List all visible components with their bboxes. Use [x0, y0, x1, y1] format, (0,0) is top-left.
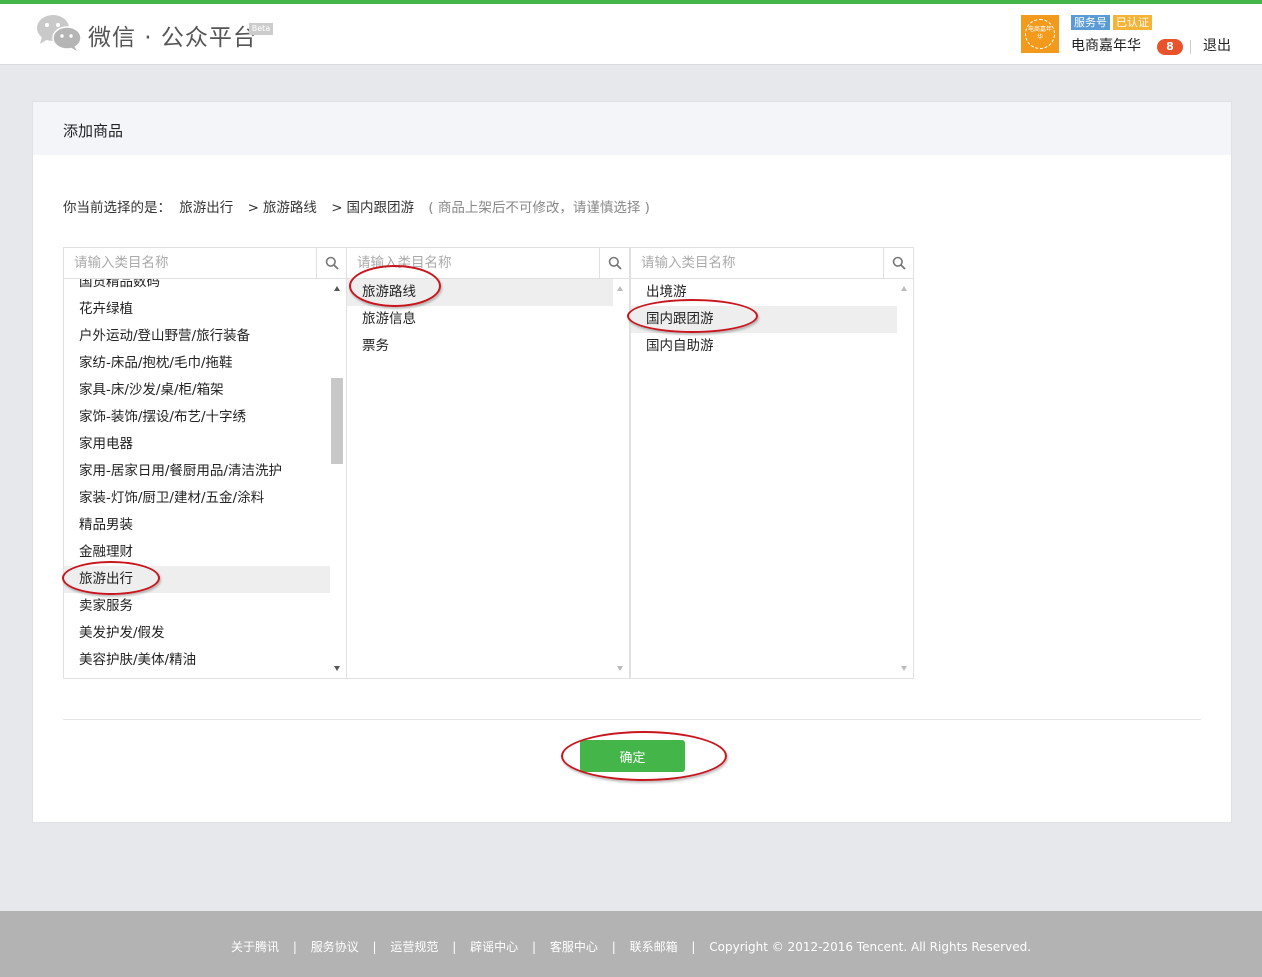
- selection-level-1: 旅游出行: [179, 200, 234, 216]
- footer-separator: |: [372, 940, 377, 954]
- category-search-box: [64, 248, 346, 279]
- category-search-box: [631, 248, 913, 279]
- category-item[interactable]: 精品男装: [64, 512, 330, 539]
- category-item[interactable]: 花卉绿植: [64, 296, 330, 323]
- top-header: 微信 · 公众平台 Beta 电商嘉年华 服务号 已认证 电商嘉年华 8 退出: [0, 4, 1262, 65]
- scroll-down-arrow-icon[interactable]: [901, 666, 907, 671]
- category-item[interactable]: 家用-居家日用/餐厨用品/清洁洗护: [64, 458, 330, 485]
- scroll-down-arrow-icon[interactable]: [617, 666, 623, 671]
- header-divider: [1190, 40, 1191, 54]
- verified-badge: 已认证: [1113, 15, 1152, 30]
- category-item[interactable]: 美发护发/假发: [64, 620, 330, 647]
- category-column-level-3: 出境游 国内跟团游 国内自助游: [630, 247, 914, 679]
- panel-divider: [63, 719, 1201, 720]
- footer-link-operation-rules[interactable]: 运营规范: [390, 940, 438, 954]
- footer-separator: |: [452, 940, 457, 954]
- beta-badge: Beta: [249, 23, 273, 35]
- current-selection-breadcrumb: 你当前选择的是： 旅游出行 > 旅游路线 > 国内跟团游 ( 商品上架后不可修改，请…: [63, 196, 654, 216]
- account-avatar[interactable]: 电商嘉年华: [1021, 15, 1059, 53]
- category-item[interactable]: 国内自助游: [631, 333, 897, 360]
- footer-link-about[interactable]: 关于腾讯: [231, 940, 279, 954]
- footer-link-help-center[interactable]: 客服中心: [550, 940, 598, 954]
- footer-separator: |: [292, 940, 297, 954]
- footer: 关于腾讯 | 服务协议 | 运营规范 | 辟谣中心 | 客服中心 | 联系邮箱 …: [0, 911, 1262, 977]
- category-item[interactable]: 出境游: [631, 279, 897, 306]
- scroll-down-arrow-icon[interactable]: [334, 666, 340, 671]
- notification-count-badge[interactable]: 8: [1157, 39, 1183, 55]
- category-item[interactable]: 家用电器: [64, 431, 330, 458]
- scrollbar[interactable]: [612, 279, 629, 678]
- search-button[interactable]: [883, 248, 913, 278]
- avatar-label: 电商嘉年华: [1025, 19, 1055, 49]
- copyright-text: Copyright © 2012-2016 Tencent. All Right…: [709, 940, 1032, 954]
- logout-link[interactable]: 退出: [1203, 35, 1231, 55]
- search-button[interactable]: [599, 248, 629, 278]
- scroll-up-arrow-icon[interactable]: [334, 286, 340, 291]
- platform-title: 微信 · 公众平台: [88, 25, 257, 51]
- panel-header: 添加商品: [33, 102, 1231, 155]
- category-item-selected[interactable]: 旅游出行: [64, 566, 330, 593]
- category-item[interactable]: 家装-灯饰/厨卫/建材/五金/涂料: [64, 485, 330, 512]
- scroll-up-arrow-icon[interactable]: [617, 286, 623, 291]
- footer-separator: |: [611, 940, 616, 954]
- selection-level-3: 国内跟团游: [346, 200, 415, 216]
- wechat-logo-icon: [37, 15, 82, 51]
- category-column-level-2: 旅游路线 旅游信息 票务: [346, 247, 630, 679]
- scrollbar-thumb[interactable]: [331, 378, 343, 464]
- account-name[interactable]: 电商嘉年华: [1071, 35, 1141, 55]
- footer-links: 关于腾讯 | 服务协议 | 运营规范 | 辟谣中心 | 客服中心 | 联系邮箱 …: [0, 938, 1262, 955]
- category-item-selected[interactable]: 旅游路线: [347, 279, 613, 306]
- category-list: 出境游 国内跟团游 国内自助游: [631, 279, 897, 678]
- search-icon: [325, 256, 339, 270]
- selection-warning-note: ( 商品上架后不可修改，请谨慎选择 ): [428, 200, 650, 216]
- category-search-input[interactable]: [631, 248, 883, 278]
- category-item[interactable]: 户外运动/登山野营/旅行装备: [64, 323, 330, 350]
- footer-link-service-agreement[interactable]: 服务协议: [311, 940, 359, 954]
- selection-label: 你当前选择的是：: [63, 200, 171, 216]
- search-icon: [892, 256, 906, 270]
- scrollbar[interactable]: [896, 279, 913, 678]
- search-button[interactable]: [316, 248, 346, 278]
- category-list: 国货精品数码 花卉绿植 户外运动/登山野营/旅行装备 家纺-床品/抱枕/毛巾/拖…: [64, 279, 330, 678]
- category-item[interactable]: 家饰-装饰/摆设/布艺/十字绣: [64, 404, 330, 431]
- category-list: 旅游路线 旅游信息 票务: [347, 279, 613, 678]
- category-search-box: [347, 248, 629, 279]
- footer-separator: |: [691, 940, 696, 954]
- footer-separator: |: [531, 940, 537, 954]
- category-column-level-1: 国货精品数码 花卉绿植 户外运动/登山野营/旅行装备 家纺-床品/抱枕/毛巾/拖…: [63, 247, 347, 679]
- category-item[interactable]: 家具-床/沙发/桌/柜/箱架: [64, 377, 330, 404]
- add-product-panel: 添加商品 你当前选择的是： 旅游出行 > 旅游路线 > 国内跟团游 ( 商品上架后不…: [32, 101, 1232, 823]
- breadcrumb-separator: >: [247, 200, 259, 216]
- category-item[interactable]: 美容护肤/美体/精油: [64, 647, 330, 674]
- service-account-badge: 服务号: [1071, 15, 1110, 30]
- selection-level-2: 旅游路线: [262, 200, 317, 216]
- footer-link-rumor-center[interactable]: 辟谣中心: [470, 940, 518, 954]
- search-icon: [608, 256, 622, 270]
- footer-link-contact-email[interactable]: 联系邮箱: [630, 940, 678, 954]
- category-item[interactable]: 票务: [347, 333, 613, 360]
- confirm-button[interactable]: 确定: [580, 740, 685, 772]
- scrollbar[interactable]: [329, 279, 346, 678]
- page-title: 添加商品: [63, 122, 124, 140]
- category-item[interactable]: 家纺-床品/抱枕/毛巾/拖鞋: [64, 350, 330, 377]
- category-search-input[interactable]: [64, 248, 316, 278]
- category-item-selected[interactable]: 国内跟团游: [631, 306, 897, 333]
- category-item[interactable]: 旅游信息: [347, 306, 613, 333]
- scroll-up-arrow-icon[interactable]: [901, 286, 907, 291]
- breadcrumb-separator: >: [331, 200, 343, 216]
- category-item[interactable]: 金融理财: [64, 539, 330, 566]
- category-item[interactable]: 国货精品数码: [64, 279, 330, 296]
- category-item[interactable]: 卖家服务: [64, 593, 330, 620]
- category-search-input[interactable]: [347, 248, 599, 278]
